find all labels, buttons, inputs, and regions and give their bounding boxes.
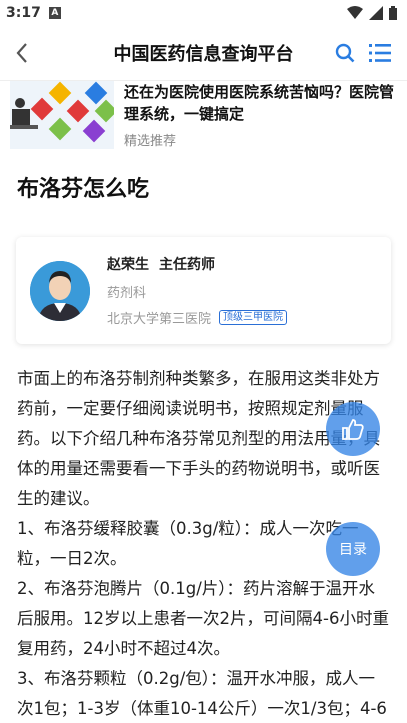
ad-title: 还在为医院使用医院系统苦恼吗？医院管理系统，一键搞定 [124, 83, 395, 123]
menu-list-icon[interactable] [369, 43, 391, 63]
status-time: 3:17 [6, 5, 41, 21]
nav-bar: 中国医药信息查询平台 [0, 26, 407, 81]
page: 3:17 A 中国医药信息查询平台 还在为医院使用医院系统苦恼吗？医院管理系统，… [0, 0, 407, 723]
wifi-icon [347, 6, 363, 19]
doctor-name: 赵荣生 [107, 257, 149, 273]
article-title: 布洛芬怎么吃 [17, 177, 150, 202]
battery-icon [389, 6, 397, 20]
search-icon[interactable] [335, 43, 355, 63]
signal-icon [369, 6, 383, 20]
doctor-card[interactable]: 赵荣生 主任药师 药剂科 北京大学第三医院 顶级三甲医院 [16, 237, 391, 344]
article-paragraph: 3、布洛芬颗粒（0.2g/包）：温开水冲服，成人一次1包；1-3岁（体重10-1… [17, 669, 387, 718]
notification-icon: A [48, 7, 61, 19]
ad-subtitle: 精选推荐 [124, 134, 177, 149]
toc-label: 目录 [339, 542, 367, 558]
ad-banner[interactable]: 还在为医院使用医院系统苦恼吗？医院管理系统，一键搞定 精选推荐 [0, 81, 407, 149]
hospital-badge: 顶级三甲医院 [219, 310, 288, 325]
article-paragraph: 2、布洛芬泡腾片（0.1g/片）：药片溶解于温开水后服用。12岁以上患者一次2片… [17, 579, 389, 658]
back-arrow-icon [16, 43, 27, 63]
ad-thumbnail [10, 81, 114, 149]
doctor-avatar [30, 260, 90, 321]
thumbs-up-icon [342, 419, 364, 440]
like-button[interactable] [326, 402, 380, 456]
doctor-hospital: 北京大学第三医院 [107, 312, 212, 327]
toc-button[interactable]: 目录 [326, 522, 380, 576]
status-bar: 3:17 A [0, 0, 407, 26]
doctor-title: 主任药师 [159, 257, 215, 273]
back-button[interactable] [0, 26, 44, 81]
doctor-department: 药剂科 [107, 286, 147, 301]
